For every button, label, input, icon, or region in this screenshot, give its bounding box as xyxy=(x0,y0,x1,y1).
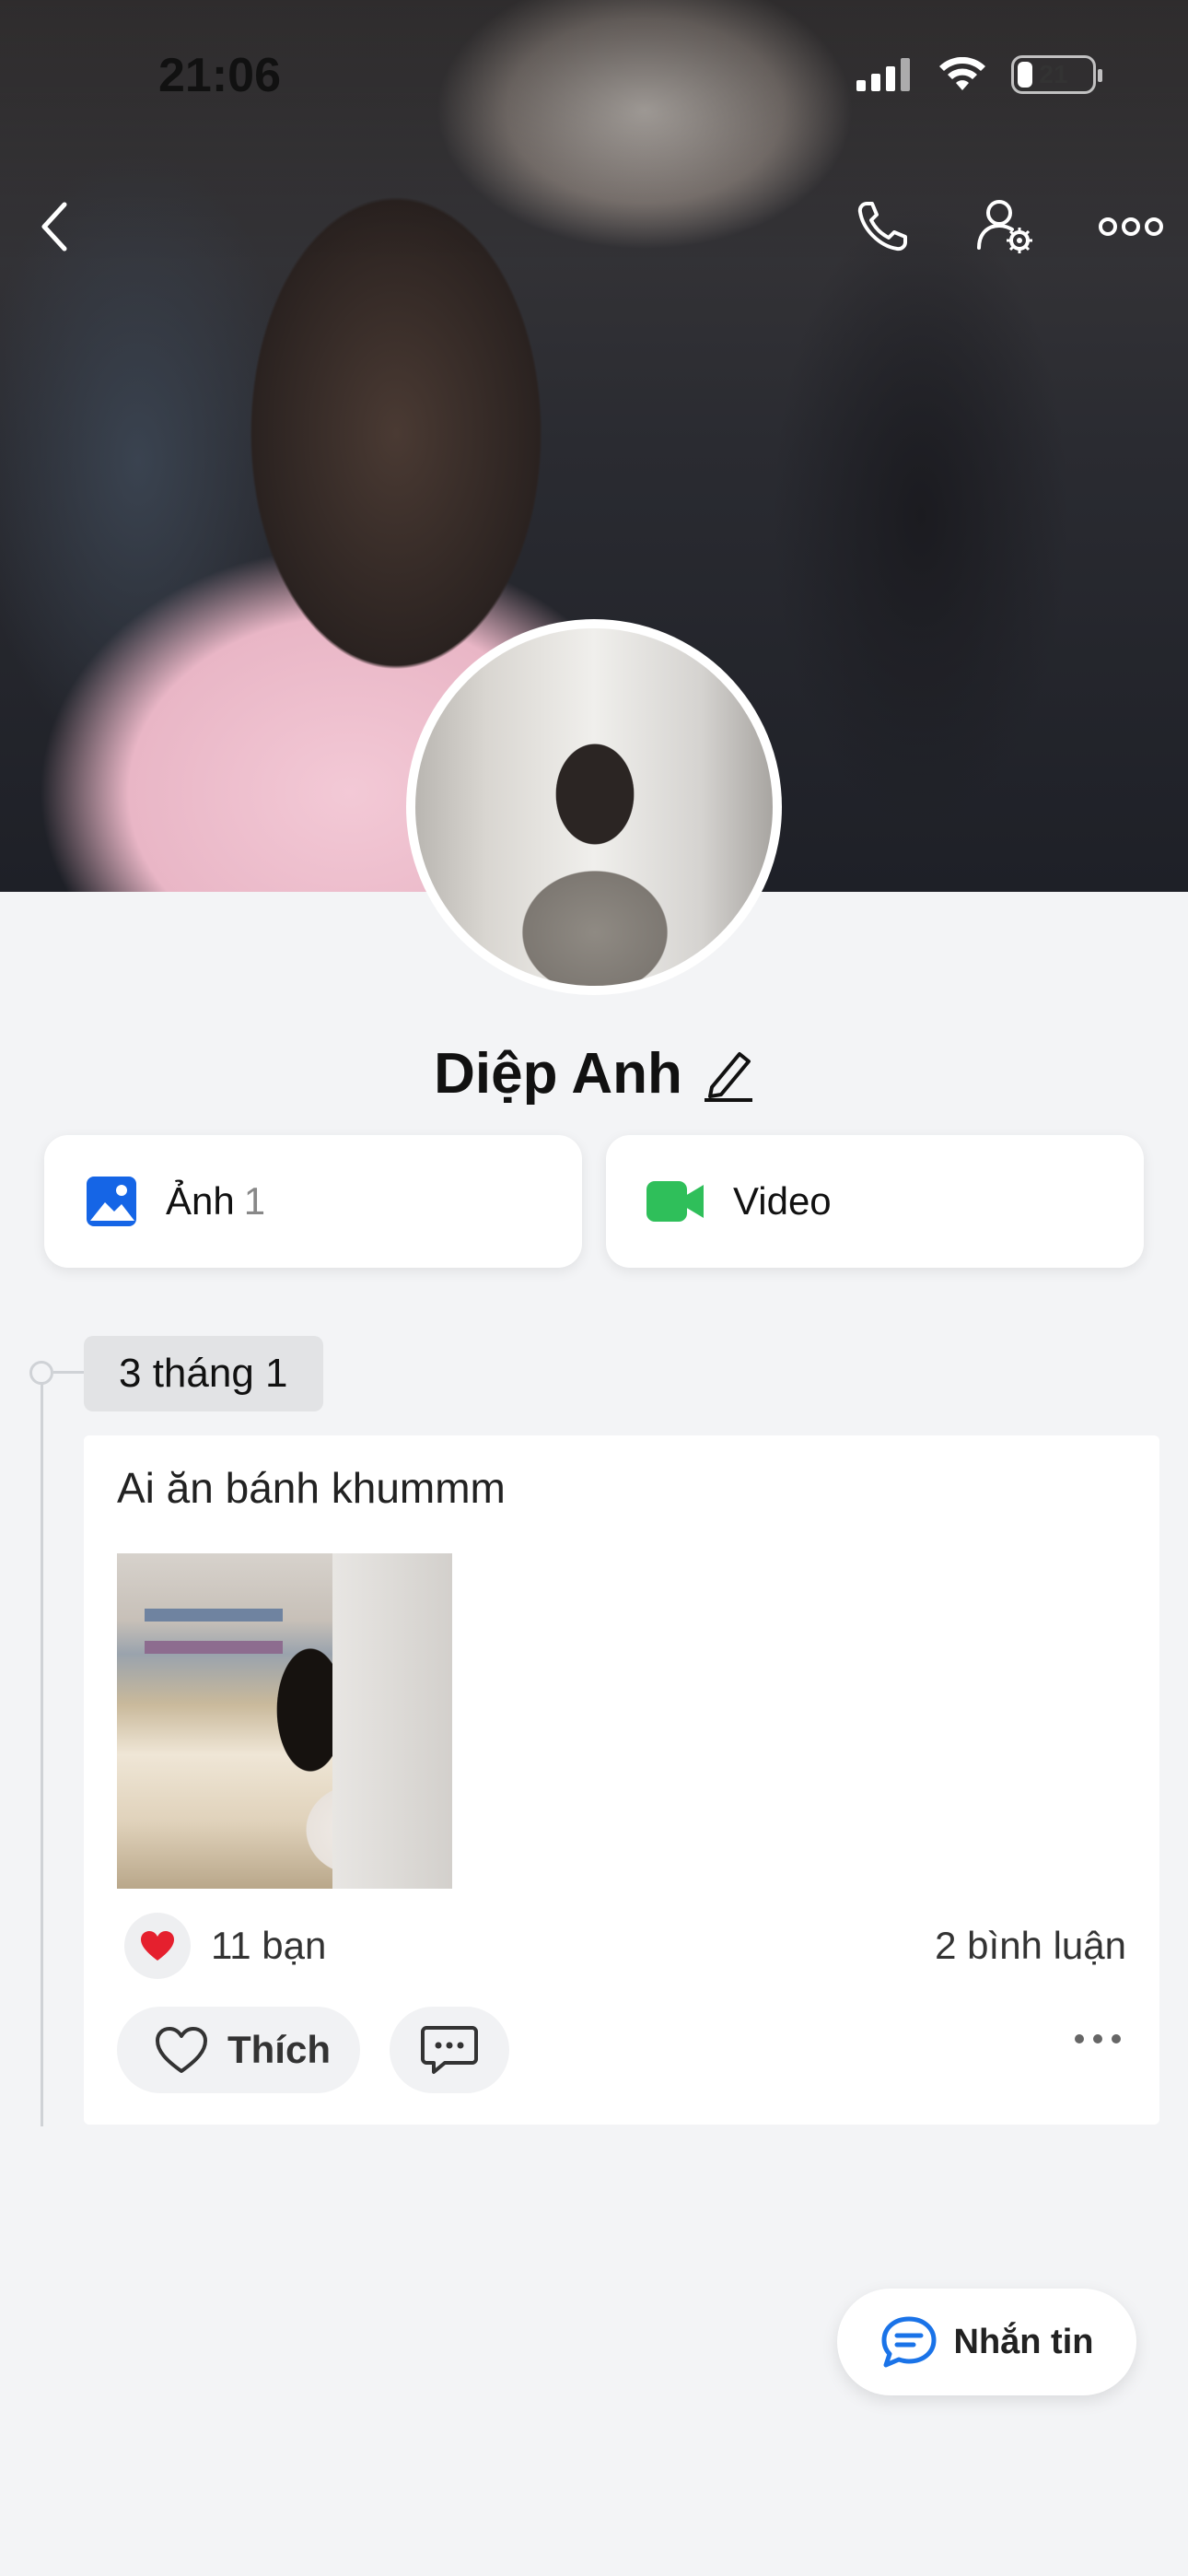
post-photo[interactable] xyxy=(117,1553,452,1889)
heart-reaction-badge xyxy=(124,1913,191,1979)
message-label: Nhắn tin xyxy=(953,2322,1094,2361)
timeline-connector xyxy=(53,1371,85,1374)
profile-settings-button[interactable] xyxy=(971,192,1041,262)
timeline-line xyxy=(41,1371,43,2126)
photo-detail xyxy=(332,1553,452,1889)
photos-label-group: Ảnh 1 xyxy=(166,1179,265,1224)
comment-button[interactable] xyxy=(390,2007,509,2093)
photos-count: 1 xyxy=(243,1179,266,1223)
user-settings-icon xyxy=(977,200,1032,253)
photo-icon xyxy=(87,1177,136,1226)
heart-outline-icon xyxy=(156,2027,207,2073)
phone-icon xyxy=(857,202,907,252)
edit-name-button[interactable] xyxy=(703,1047,754,1102)
video-camera-icon xyxy=(646,1181,704,1222)
photo-detail xyxy=(145,1641,283,1654)
videos-label: Video xyxy=(733,1179,832,1223)
avatar[interactable] xyxy=(406,619,782,995)
like-button[interactable]: Thích xyxy=(117,2007,360,2093)
more-horizontal-icon xyxy=(1099,217,1163,236)
videos-button[interactable]: Video xyxy=(606,1135,1144,1268)
avatar-image xyxy=(415,628,773,986)
like-label: Thích xyxy=(227,2028,331,2071)
post-more-button[interactable] xyxy=(1073,2032,1123,2050)
reactions-summary[interactable]: 11 bạn xyxy=(124,1913,326,1979)
status-icons: 21 xyxy=(856,55,1102,94)
photo-detail xyxy=(145,1609,283,1622)
message-button[interactable]: Nhắn tin xyxy=(837,2289,1136,2395)
wifi-icon xyxy=(939,57,985,90)
cellular-signal-icon xyxy=(856,58,910,91)
profile-name: Diệp Anh xyxy=(434,1042,682,1106)
chevron-left-icon xyxy=(41,202,67,252)
profile-name-row: Diệp Anh xyxy=(0,1041,1188,1107)
more-horizontal-icon xyxy=(1075,2034,1121,2043)
comments-count[interactable]: 2 bình luận xyxy=(935,1924,1126,1968)
status-time: 21:06 xyxy=(158,49,281,102)
photos-button[interactable]: Ảnh 1 xyxy=(44,1135,582,1268)
battery-icon: 21 xyxy=(1011,55,1102,94)
back-button[interactable] xyxy=(20,192,90,262)
comment-icon xyxy=(421,2026,478,2074)
chat-bubble-icon xyxy=(881,2316,936,2368)
more-options-button[interactable] xyxy=(1092,192,1170,262)
battery-level: 21 xyxy=(1039,60,1068,88)
pencil-icon xyxy=(704,1051,752,1102)
timeline-dot xyxy=(29,1361,53,1385)
photos-label: Ảnh xyxy=(166,1179,235,1223)
date-chip: 3 tháng 1 xyxy=(84,1336,323,1411)
post-text: Ai ăn bánh khummm xyxy=(117,1464,506,1512)
call-button[interactable] xyxy=(847,192,917,262)
post-card[interactable]: Ai ăn bánh khummm 11 bạn 2 bình luận Thí… xyxy=(84,1435,1159,2125)
heart-filled-icon xyxy=(141,1931,174,1961)
reactions-count: 11 bạn xyxy=(211,1924,327,1967)
